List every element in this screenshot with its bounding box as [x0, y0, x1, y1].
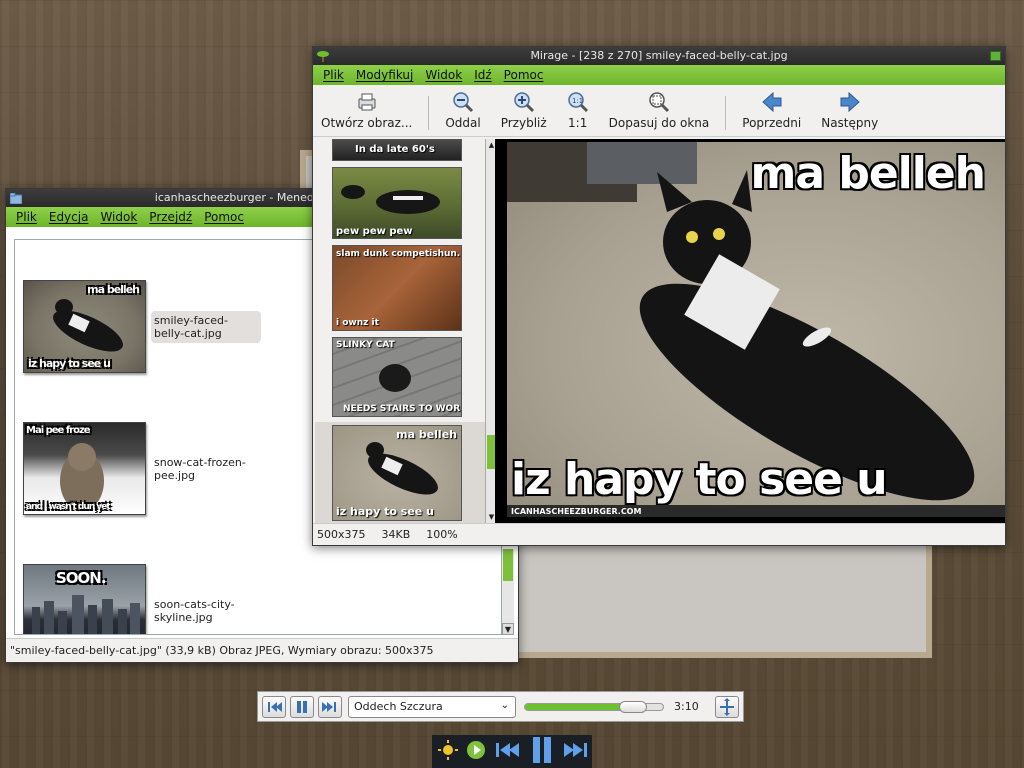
progress-fill — [525, 703, 633, 710]
mirage-window: Mirage - [238 z 270] smiley-faced-belly-… — [312, 46, 1006, 546]
menu-pomoc[interactable]: Pomoc — [504, 68, 544, 82]
zoom-fit-icon — [648, 91, 670, 113]
zoom-in-icon — [513, 91, 535, 113]
previous-button[interactable]: Poprzedni — [742, 91, 801, 130]
zoom-in-button[interactable]: Przybliż — [501, 91, 547, 130]
toolbar-separator — [725, 96, 727, 130]
image-caption-top: ma belleh — [750, 148, 986, 199]
zoom-out-button[interactable]: Oddal — [445, 91, 481, 130]
chevron-down-icon: ⌄ — [500, 699, 509, 711]
progress-slider[interactable] — [524, 700, 664, 713]
menu-widok[interactable]: Widok — [425, 68, 462, 82]
pause-button[interactable] — [290, 695, 314, 718]
thumbnail[interactable]: pew pew pew — [332, 167, 462, 239]
menu-widok[interactable]: Widok — [100, 210, 137, 224]
file-list-scrollbar[interactable]: ▼ — [502, 549, 514, 635]
zoom-level: 100% — [426, 528, 458, 541]
file-item[interactable]: ma belleh iz hapy to see u smiley-faced-… — [23, 280, 261, 373]
status-bar: "smiley-faced-belly-cat.jpg" (33,9 kB) O… — [6, 638, 518, 662]
fit-to-window-button[interactable]: Dopasuj do okna — [609, 91, 709, 130]
open-image-button[interactable]: Otwórz obraz... — [321, 91, 412, 130]
menu-plik[interactable]: Plik — [323, 68, 344, 82]
image-dimensions: 500x375 — [317, 528, 366, 541]
progress-knob[interactable] — [618, 700, 647, 713]
toolbar: Otwórz obraz... Oddal Przybliż 1:1 1:1 D — [313, 85, 1005, 137]
maximize-icon[interactable] — [990, 51, 1001, 61]
file-thumbnail[interactable]: SOON. — [23, 564, 146, 634]
zoom-1-1-button[interactable]: 1:1 1:1 — [567, 91, 589, 130]
thumbnail[interactable]: SLINKY CAT NEEDS STAIRS TO WORK — [332, 337, 462, 417]
thumbnail-caption-bottom: and I wasn't dun yet — [26, 502, 111, 512]
file-name[interactable]: soon-cats-city-skyline.jpg — [151, 595, 261, 627]
image-size: 34KB — [381, 528, 411, 541]
next-track-icon[interactable] — [562, 740, 590, 763]
next-button[interactable]: Następny — [821, 91, 878, 130]
dock-panel — [432, 735, 592, 768]
menu-idz[interactable]: Idź — [474, 68, 491, 82]
menu-plik[interactable]: Plik — [16, 210, 37, 224]
thumbnail-caption-bottom: iz hapy to see u — [28, 357, 111, 370]
expand-button[interactable] — [715, 695, 739, 718]
zoom-out-icon — [452, 91, 474, 113]
svg-text:1:1: 1:1 — [572, 97, 583, 105]
image-caption-bottom: iz hapy to see u — [511, 454, 888, 505]
window-title: Mirage - [238 z 270] smiley-faced-belly-… — [530, 49, 788, 62]
zoom-original-icon: 1:1 — [567, 91, 589, 113]
file-thumbnail[interactable]: ma belleh iz hapy to see u — [23, 280, 146, 373]
thumbnail[interactable]: slam dunk competishun... i ownz it — [332, 245, 462, 331]
track-select[interactable]: Oddech Szczura ⌄ — [348, 695, 516, 718]
menu-przejdz[interactable]: Przejdź — [149, 210, 192, 224]
thumbnail[interactable]: In da late 60's — [332, 139, 462, 161]
file-name[interactable]: snow-cat-frozen-pee.jpg — [151, 453, 261, 485]
file-item[interactable]: SOON. soon-cats-city-skyline.jpg — [23, 564, 261, 634]
watermark: ICANHASCHEEZBURGER.COM — [511, 507, 642, 516]
arrow-left-icon — [761, 91, 783, 113]
sun-icon[interactable] — [438, 740, 458, 763]
status-bar: 500x375 34KB 100% — [313, 523, 1005, 545]
mirage-titlebar[interactable]: Mirage - [238 z 270] smiley-faced-belly-… — [313, 47, 1005, 65]
main-image: ma belleh iz hapy to see u ICANHASCHEEZB… — [507, 142, 1005, 517]
previous-track-button[interactable] — [262, 695, 286, 718]
thumbnail-pane: In da late 60's pew pew pew slam dunk co… — [315, 139, 497, 523]
scrollbar-thumb[interactable] — [503, 549, 513, 581]
palm-tree-icon — [317, 50, 329, 62]
mirage-menubar: Plik Modyfikuj Widok Idź Pomoc — [313, 65, 1005, 85]
printer-open-icon — [356, 91, 378, 113]
scroll-down-icon[interactable]: ▼ — [502, 623, 514, 635]
image-viewer[interactable]: ma belleh iz hapy to see u ICANHASCHEEZB… — [495, 139, 1005, 523]
elapsed-time: 3:10 — [674, 700, 699, 713]
thumbnail-caption-top: SOON. — [56, 569, 107, 587]
play-icon[interactable] — [466, 740, 486, 763]
thumbnail-selected[interactable]: ma belleh iz hapy to see u — [332, 425, 462, 521]
folder-icon — [9, 192, 23, 205]
media-player: Oddech Szczura ⌄ 3:10 — [257, 691, 744, 722]
previous-track-icon[interactable] — [494, 740, 522, 763]
menu-edycja[interactable]: Edycja — [49, 210, 89, 224]
next-track-button[interactable] — [318, 695, 342, 718]
arrow-right-icon — [839, 91, 861, 113]
pause-icon[interactable] — [530, 736, 554, 767]
menu-pomoc[interactable]: Pomoc — [204, 210, 244, 224]
toolbar-separator — [428, 96, 430, 130]
file-thumbnail[interactable]: Mai pee froze and I wasn't dun yet — [23, 422, 146, 515]
file-item[interactable]: Mai pee froze and I wasn't dun yet snow-… — [23, 422, 261, 515]
file-name[interactable]: smiley-faced-belly-cat.jpg — [151, 310, 261, 343]
menu-modyfikuj[interactable]: Modyfikuj — [356, 68, 414, 82]
thumbnail-caption-top: ma belleh — [87, 283, 140, 296]
thumbnail-caption-top: Mai pee froze — [26, 425, 91, 436]
